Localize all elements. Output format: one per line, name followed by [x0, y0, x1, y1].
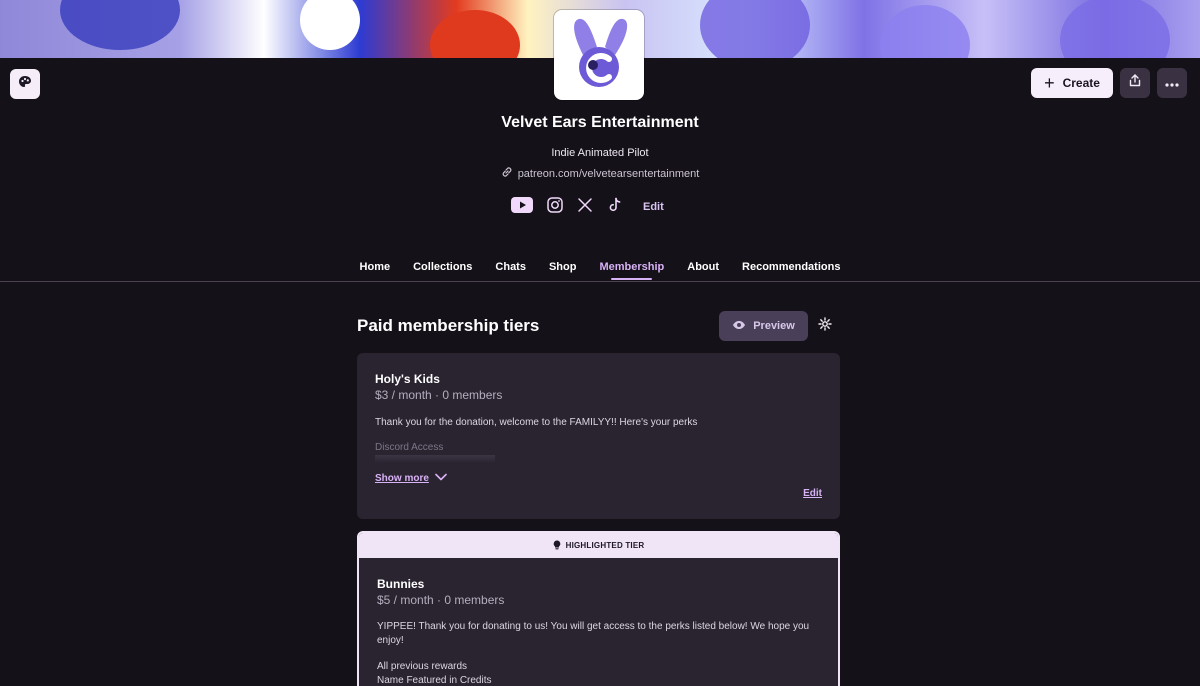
- creator-menu-button[interactable]: [10, 69, 40, 99]
- perk-fade: [375, 455, 495, 463]
- lightbulb-icon: [553, 540, 561, 552]
- tab-home[interactable]: Home: [360, 258, 391, 282]
- tier-settings-button[interactable]: [815, 316, 835, 336]
- tiktok-icon[interactable]: [607, 197, 623, 218]
- palette-icon: [18, 75, 32, 94]
- creator-url-link[interactable]: patreon.com/velvetearsentertainment: [0, 166, 1200, 181]
- youtube-icon[interactable]: [511, 196, 533, 218]
- eye-icon: [732, 320, 746, 333]
- highlighted-tier-label: HIGHLIGHTED TIER: [565, 541, 645, 550]
- tier-description: YIPPEE! Thank you for donating to us! Yo…: [377, 621, 810, 646]
- plus-icon: +: [1044, 73, 1055, 93]
- creator-name: Velvet Ears Entertainment: [501, 114, 699, 131]
- share-icon: [1129, 74, 1141, 92]
- creator-url: patreon.com/velvetearsentertainment: [517, 167, 700, 180]
- creator-avatar: [554, 10, 644, 100]
- list-item: Name Featured in Credits: [377, 675, 492, 686]
- tab-membership[interactable]: Membership: [599, 258, 664, 282]
- tier-perk: Discord Access: [375, 442, 444, 453]
- tab-about[interactable]: About: [687, 258, 719, 282]
- creator-nav: Home Collections Chats Shop Membership A…: [0, 258, 1200, 282]
- tab-recommendations[interactable]: Recommendations: [742, 258, 840, 282]
- edit-social-links[interactable]: Edit: [643, 201, 664, 213]
- list-item: All previous rewards: [377, 661, 468, 672]
- more-options-button[interactable]: [1157, 68, 1187, 98]
- tier-card: Holy's Kids $3 / month · 0 members Thank…: [357, 353, 840, 519]
- x-icon[interactable]: [577, 197, 593, 218]
- tab-chats[interactable]: Chats: [495, 258, 526, 282]
- tier-price: $5 / month · 0 members: [377, 593, 505, 607]
- tier-price: $3 / month · 0 members: [375, 388, 503, 402]
- link-icon: [501, 166, 513, 181]
- tier-edit-link[interactable]: Edit: [803, 488, 822, 499]
- show-more-label: Show more: [375, 473, 429, 484]
- tab-collections[interactable]: Collections: [413, 258, 472, 282]
- nav-divider: [0, 281, 1200, 282]
- highlighted-tier-banner: HIGHLIGHTED TIER: [359, 533, 838, 558]
- chevron-down-icon: [435, 473, 447, 484]
- tier-perk-list: All previous rewards Name Featured in Cr…: [377, 660, 492, 686]
- highlighted-tier-card: HIGHLIGHTED TIER Bunnies $5 / month · 0 …: [357, 531, 840, 686]
- section-title: Paid membership tiers: [357, 316, 540, 335]
- instagram-icon[interactable]: [547, 196, 563, 218]
- tier-description: Thank you for the donation, welcome to t…: [375, 417, 698, 428]
- tier-name: Holy's Kids: [375, 372, 440, 386]
- more-icon: [1165, 74, 1179, 92]
- share-button[interactable]: [1120, 68, 1150, 98]
- show-more-button[interactable]: Show more: [375, 473, 447, 484]
- gear-icon: [818, 316, 832, 336]
- preview-button-label: Preview: [753, 320, 795, 332]
- tier-name: Bunnies: [377, 577, 425, 591]
- create-button[interactable]: + Create: [1031, 68, 1113, 98]
- create-button-label: Create: [1062, 76, 1100, 90]
- social-links: Edit: [511, 196, 664, 218]
- preview-button[interactable]: Preview: [719, 311, 808, 341]
- creator-tagline: Indie Animated Pilot: [551, 147, 649, 159]
- tab-shop[interactable]: Shop: [549, 258, 577, 282]
